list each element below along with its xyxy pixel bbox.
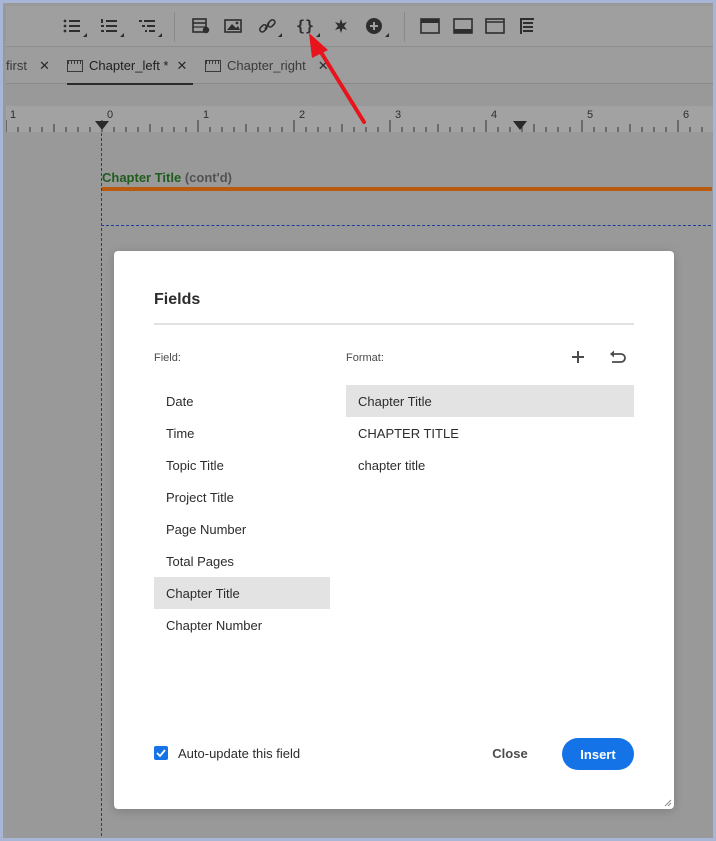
- format-column-label: Format:: [346, 352, 384, 364]
- document-tabs: first ✕ Chapter_left * ✕ Chapter_right ✕: [6, 46, 713, 85]
- tab-chapter-right[interactable]: Chapter_right ✕: [205, 47, 329, 84]
- insert-field-icon[interactable]: {}: [294, 15, 320, 37]
- insert-symbol-icon[interactable]: [330, 15, 352, 37]
- undo-icon[interactable]: [608, 347, 628, 367]
- format-item-title-case[interactable]: Chapter Title: [346, 385, 634, 417]
- field-column-label: Field:: [154, 352, 181, 364]
- left-indent-marker[interactable]: [95, 121, 109, 130]
- tab-label: first: [6, 58, 27, 73]
- ruler-label: 1: [10, 109, 17, 121]
- dialog-title: Fields: [154, 291, 201, 308]
- bulleted-list-icon[interactable]: [61, 15, 87, 37]
- list-item-project-title[interactable]: Project Title: [154, 481, 330, 513]
- list-item-label: Topic Title: [166, 457, 224, 473]
- list-item-label: Project Title: [166, 489, 234, 505]
- layout-header-icon[interactable]: [419, 15, 441, 37]
- list-item-label: Chapter Title: [166, 585, 240, 601]
- list-item-label: Page Number: [166, 521, 247, 537]
- resize-grip-icon[interactable]: [664, 799, 672, 807]
- header-guide: [101, 225, 713, 226]
- list-item-label: Total Pages: [166, 553, 234, 569]
- toolbar-separator: [174, 12, 175, 42]
- master-page-icon: [67, 59, 83, 72]
- insert-image-icon[interactable]: [222, 15, 244, 37]
- list-item-date[interactable]: Date: [154, 385, 330, 417]
- toolbar: {}: [6, 6, 713, 46]
- ruler-label: 6: [683, 109, 690, 121]
- list-item-topic-title[interactable]: Topic Title: [154, 449, 330, 481]
- layout-page-icon[interactable]: [484, 15, 506, 37]
- tab-chapter-left[interactable]: Chapter_left * ✕: [67, 47, 194, 85]
- insert-table-icon[interactable]: [190, 15, 212, 37]
- horizontal-ruler[interactable]: 1 0 1 2 3 4 5 6: [6, 106, 713, 132]
- format-item-upper-case[interactable]: CHAPTER TITLE: [346, 417, 634, 449]
- app-window: {} first ✕ Chapter_left * ✕ Chapter_righ…: [0, 0, 716, 841]
- numbered-list-icon[interactable]: [98, 15, 124, 37]
- list-item-label: Chapter Title: [358, 393, 432, 409]
- chapter-title-field[interactable]: Chapter Title: [102, 170, 181, 185]
- list-item-label: chapter title: [358, 457, 426, 473]
- format-item-lower-case[interactable]: chapter title: [346, 449, 634, 481]
- header-rule: [102, 187, 712, 191]
- ruler-label: 3: [395, 109, 402, 121]
- master-page-icon: [205, 59, 221, 72]
- insert-plus-icon[interactable]: [363, 15, 389, 37]
- insert-button[interactable]: Insert: [562, 738, 634, 770]
- ruler-label: 2: [299, 109, 306, 121]
- divider: [154, 323, 634, 325]
- close-icon[interactable]: ✕: [318, 58, 329, 74]
- tab-first[interactable]: first ✕: [6, 47, 50, 84]
- layout-toc-icon[interactable]: [516, 15, 538, 37]
- list-item-label: Date: [166, 393, 194, 409]
- ruler-label: 4: [491, 109, 498, 121]
- list-item-time[interactable]: Time: [154, 417, 330, 449]
- list-item-label: CHAPTER TITLE: [358, 425, 459, 441]
- right-indent-marker[interactable]: [513, 121, 527, 130]
- list-item-chapter-number[interactable]: Chapter Number: [154, 609, 330, 641]
- close-button[interactable]: Close: [485, 738, 535, 768]
- multilevel-list-icon[interactable]: [136, 15, 162, 37]
- fields-dialog: Fields Field: Format: Date Time Topic Ti…: [114, 251, 674, 809]
- close-icon[interactable]: ✕: [39, 58, 50, 74]
- ruler-label: 1: [203, 109, 210, 121]
- toolbar-separator: [404, 12, 405, 42]
- ruler-label: 0: [107, 109, 114, 121]
- header-field[interactable]: Chapter Title (cont'd): [102, 170, 232, 185]
- tab-label: Chapter_left *: [89, 58, 169, 73]
- layout-footer-icon[interactable]: [452, 15, 474, 37]
- close-icon[interactable]: ✕: [177, 58, 188, 74]
- list-item-page-number[interactable]: Page Number: [154, 513, 330, 545]
- list-item-label: Chapter Number: [166, 617, 263, 633]
- insert-link-icon[interactable]: [256, 15, 282, 37]
- list-item-chapter-title[interactable]: Chapter Title: [154, 577, 330, 609]
- list-item-total-pages[interactable]: Total Pages: [154, 545, 330, 577]
- list-item-label: Time: [166, 425, 195, 441]
- tab-label: Chapter_right: [227, 58, 306, 73]
- margin-guide: [101, 133, 102, 838]
- auto-update-label[interactable]: Auto-update this field: [178, 746, 300, 761]
- add-icon[interactable]: [568, 347, 588, 367]
- contd-text: (cont'd): [184, 170, 232, 185]
- checkmark-icon: [156, 749, 166, 757]
- auto-update-checkbox[interactable]: [154, 746, 168, 760]
- ruler-label: 5: [587, 109, 594, 121]
